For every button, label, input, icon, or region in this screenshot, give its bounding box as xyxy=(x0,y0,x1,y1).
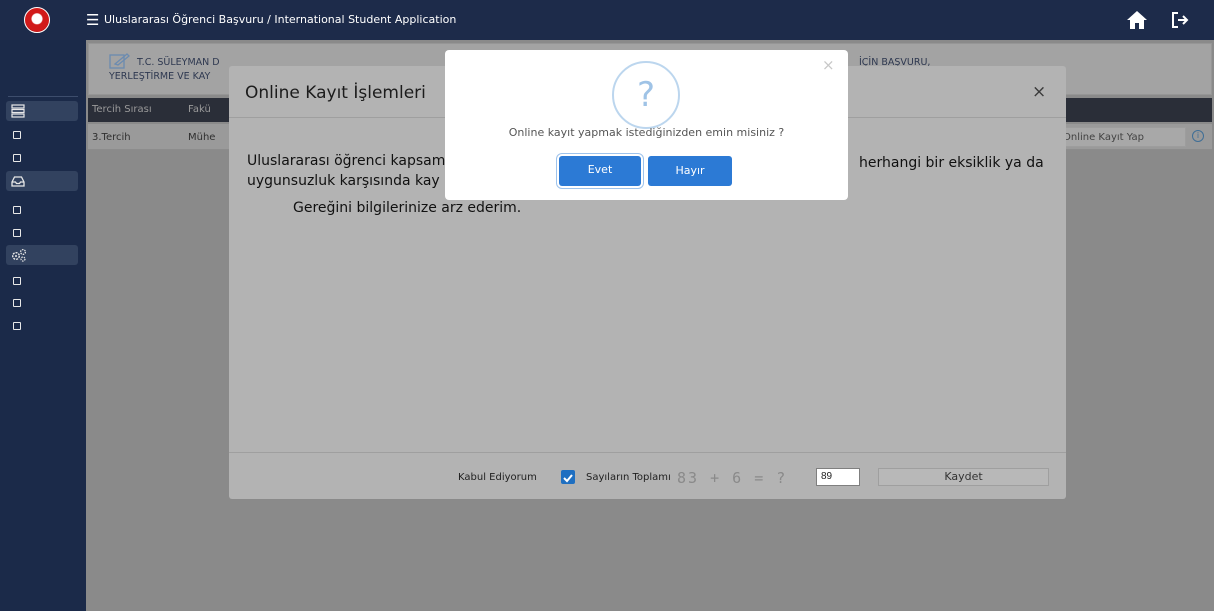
sidebar-item-8[interactable] xyxy=(6,271,78,291)
sidebar-item-9[interactable] xyxy=(6,293,78,313)
page-header-line2: YERLEŞTİRME VE KAY xyxy=(109,71,211,82)
captcha-answer-input[interactable]: 89 xyxy=(816,468,860,486)
question-mark: ? xyxy=(636,75,656,115)
edit-form-icon xyxy=(109,53,130,69)
modal-body-line1-start: Uluslararası öğrenci kapsam xyxy=(247,153,446,169)
online-register-button[interactable]: Online Kayıt Yap xyxy=(1050,127,1186,147)
save-button[interactable]: Kaydet xyxy=(878,468,1049,486)
menu-icon[interactable]: ☰ xyxy=(86,11,99,29)
inbox-icon xyxy=(11,176,25,187)
cell-tercih: 3.Tercih xyxy=(92,132,131,143)
sum-label: Sayıların Toplamı xyxy=(586,472,671,483)
accept-label: Kabul Ediyorum xyxy=(458,472,537,483)
confirm-close-icon[interactable]: × xyxy=(822,56,835,74)
modal-body-line1-end: herhangi bir eksiklik ya da xyxy=(859,155,1044,171)
sidebar xyxy=(0,40,86,611)
sidebar-item-6[interactable] xyxy=(6,223,78,243)
cell-fakulte: Mühe xyxy=(188,132,216,143)
modal-title: Online Kayıt İşlemleri xyxy=(245,83,426,103)
confirm-message: Online kayıt yapmak istediğinizden emin … xyxy=(508,126,785,139)
column-header-tercih: Tercih Sırası xyxy=(92,104,152,115)
confirm-yes-button[interactable]: Evet xyxy=(559,156,641,186)
sidebar-item-2[interactable] xyxy=(6,125,78,145)
logout-icon[interactable] xyxy=(1170,10,1190,30)
column-header-fakulte: Fakü xyxy=(188,104,211,115)
modal-footer: Kabul Ediyorum Sayıların Toplamı 83 + 6 … xyxy=(229,452,1066,499)
square-icon xyxy=(13,299,21,307)
modal-body-line2: uygunsuzluk karşısında kay xyxy=(247,173,440,189)
square-icon xyxy=(13,322,21,330)
sidebar-item-settings[interactable] xyxy=(6,245,78,265)
home-icon[interactable] xyxy=(1126,10,1148,30)
captcha-image: 83 + 6 = ? xyxy=(677,469,811,487)
sidebar-item-5[interactable] xyxy=(6,200,78,220)
info-icon[interactable]: i xyxy=(1192,130,1204,142)
square-icon xyxy=(13,206,21,214)
cogs-icon xyxy=(12,248,27,262)
list-grid-icon xyxy=(11,104,25,118)
accept-checkbox[interactable] xyxy=(561,470,575,484)
square-icon xyxy=(13,277,21,285)
page-header-line1: T.C. SÜLEYMAN D xyxy=(137,57,220,68)
check-icon xyxy=(563,474,573,483)
sidebar-item-inbox[interactable] xyxy=(6,171,78,191)
sidebar-item-3[interactable] xyxy=(6,148,78,168)
modal-close-icon[interactable]: × xyxy=(1032,82,1046,102)
confirm-dialog: × ? Online kayıt yapmak istediğinizden e… xyxy=(445,50,848,200)
question-icon: ? xyxy=(612,61,680,129)
sidebar-divider xyxy=(8,96,78,97)
top-bar: ☰ Uluslararası Öğrenci Başvuru / Interna… xyxy=(0,0,1214,40)
university-logo[interactable] xyxy=(24,7,50,33)
confirm-no-button[interactable]: Hayır xyxy=(648,156,732,186)
sidebar-item-10[interactable] xyxy=(6,316,78,336)
sidebar-item-list[interactable] xyxy=(6,101,78,121)
square-icon xyxy=(13,154,21,162)
square-icon xyxy=(13,229,21,237)
square-icon xyxy=(13,131,21,139)
app-title: Uluslararası Öğrenci Başvuru / Internati… xyxy=(104,13,457,26)
modal-body-line3: Gereğini bilgilerinize arz ederim. xyxy=(293,200,522,216)
